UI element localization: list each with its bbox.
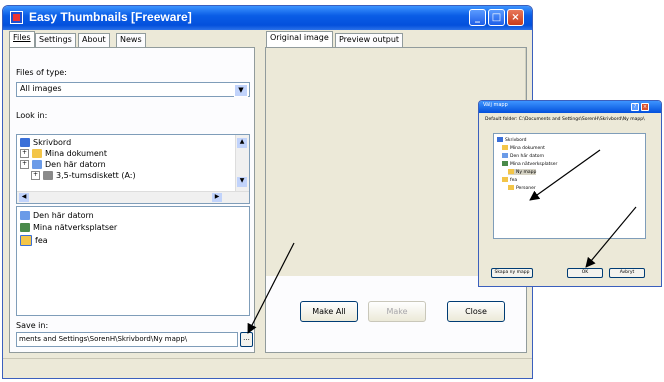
tab-preview-output[interactable]: Preview output [335, 33, 404, 48]
files-of-type-label: Files of type: [16, 68, 67, 77]
computer-icon [32, 160, 42, 169]
app-icon [10, 11, 23, 24]
tree-item[interactable]: + Mina dokument [20, 149, 107, 158]
close-icon[interactable]: × [641, 103, 649, 111]
tree-item[interactable]: +3,5-tumsdiskett (A:) [31, 171, 136, 180]
chevron-right-icon[interactable]: ▶ [212, 193, 222, 202]
help-icon[interactable]: ? [631, 103, 639, 111]
computer-icon [20, 211, 30, 220]
make-all-button[interactable]: Make All [300, 301, 358, 322]
maximize-button[interactable]: □ [488, 9, 505, 26]
close-window-button[interactable]: × [507, 9, 524, 26]
new-folder-button[interactable]: Skapa ny mapp [491, 268, 533, 278]
folder-icon [502, 145, 508, 150]
expand-icon[interactable]: + [20, 160, 29, 169]
tab-settings[interactable]: Settings [35, 33, 76, 48]
tree-item[interactable]: Mina nätverksplatser [502, 161, 557, 167]
list-item[interactable]: Mina nätverksplatser [20, 223, 117, 232]
tree-item[interactable]: Ny mapp [508, 169, 537, 175]
floppy-icon [43, 171, 53, 180]
tab-about[interactable]: About [78, 33, 110, 48]
folder-icon [502, 177, 508, 182]
desktop-icon [20, 138, 30, 147]
window-title: Easy Thumbnails [Freeware] [29, 10, 192, 24]
dialog-folder-tree[interactable]: Skrivbord Mina dokument Den här datorn M… [493, 133, 646, 239]
minimize-button[interactable]: _ [469, 9, 486, 26]
network-icon [20, 223, 30, 232]
folder-icon [32, 149, 42, 158]
tab-news[interactable]: News [116, 33, 146, 48]
dialog-title-bar[interactable]: Välj mapp ? × [479, 101, 661, 113]
main-window: Easy Thumbnails [Freeware] _ □ × Files S… [2, 5, 533, 379]
look-in-label: Look in: [16, 111, 48, 120]
folder-icon [508, 185, 514, 190]
tab-original-image[interactable]: Original image [266, 31, 333, 48]
folder-dialog: Välj mapp ? × Default folder: C:\Documen… [478, 100, 662, 287]
list-item[interactable]: fea [20, 235, 48, 246]
list-item[interactable]: Den här datorn [20, 211, 94, 220]
tab-files[interactable]: Files [9, 31, 35, 48]
tree-item[interactable]: Personer [508, 185, 536, 191]
expand-icon[interactable]: + [20, 149, 29, 158]
computer-icon [502, 153, 508, 158]
tree-item[interactable]: fea [502, 177, 517, 183]
ok-button[interactable]: OK [567, 268, 603, 278]
tree-item[interactable]: Den här datorn [502, 153, 544, 159]
save-in-label: Save in: [16, 321, 49, 330]
title-bar[interactable]: Easy Thumbnails [Freeware] _ □ × [3, 6, 532, 30]
tree-item[interactable]: + Den här datorn [20, 160, 106, 169]
close-button[interactable]: Close [447, 301, 505, 322]
files-of-type-select[interactable]: All images ▼ [16, 82, 250, 97]
chevron-down-icon[interactable]: ▼ [237, 177, 247, 187]
tree-item[interactable]: Skrivbord [20, 138, 71, 147]
files-panel: Files of type: All images ▼ Look in: Skr… [9, 47, 255, 353]
file-list[interactable]: Den här datorn Mina nätverksplatser fea [16, 206, 250, 316]
dialog-description: Default folder: C:\Documents and Setting… [485, 117, 645, 122]
status-bar [3, 358, 532, 378]
browse-button[interactable]: ... [240, 332, 253, 347]
make-button[interactable]: Make [368, 301, 426, 322]
chevron-down-icon[interactable]: ▼ [234, 84, 248, 97]
folder-tree[interactable]: Skrivbord + Mina dokument + Den här datorn… [16, 134, 250, 204]
folder-icon [508, 169, 514, 174]
chevron-up-icon[interactable]: ▲ [237, 138, 247, 148]
network-icon [502, 161, 508, 166]
expand-icon[interactable]: + [31, 171, 40, 180]
vertical-scrollbar[interactable]: ▲ ▼ [235, 135, 249, 191]
desktop-icon [497, 137, 503, 142]
tree-item[interactable]: Mina dokument [502, 145, 545, 151]
chevron-left-icon[interactable]: ◀ [19, 193, 29, 202]
cancel-button[interactable]: Avbryt [609, 268, 645, 278]
horizontal-scrollbar[interactable]: ◀ ▶ [17, 191, 249, 203]
tree-item[interactable]: Skrivbord [497, 137, 526, 143]
dialog-title: Välj mapp [483, 102, 508, 108]
image-folder-icon [20, 235, 32, 246]
save-in-field[interactable]: ments and Settings\SorenH\Skrivbord\Ny m… [16, 332, 238, 347]
